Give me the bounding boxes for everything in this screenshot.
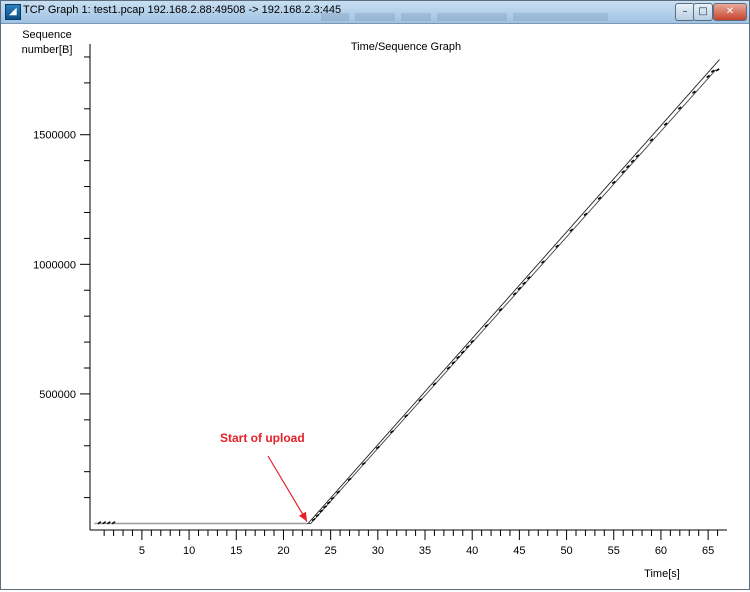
packet-mark [404,414,409,418]
annotation-layer: Start of upload [220,431,308,522]
y-tick-label: 500000 [39,389,76,401]
x-tick-label: 25 [325,545,337,557]
x-tick-label: 5 [139,545,145,557]
packet-mark [361,461,366,466]
x-tick-label: 65 [702,545,714,557]
packet-mark [336,490,341,494]
maximize-button[interactable]: □ [693,3,713,21]
axis-ticks: 5 10 15 20 25 30 35 40 45 50 55 60 65 500000 1000000 15… [33,56,719,557]
x-tick-label: 30 [372,545,384,557]
time-sequence-chart[interactable]: Time/Sequence Graph Sequence number[B] T… [2,24,748,588]
series-line-1 [94,59,720,524]
app-icon-glyph: ◢ [9,6,17,17]
x-tick-label: 20 [277,545,289,557]
x-tick-label: 40 [466,545,478,557]
packets-layer [97,68,720,525]
packet-mark [323,505,327,509]
packet-mark [460,350,465,354]
app-icon[interactable]: ◢ [5,4,21,20]
x-tick-label: 45 [513,545,525,557]
y-axis-label-line1: Sequence [22,29,72,41]
packet-mark [446,366,451,370]
packet-mark [451,361,456,365]
close-button[interactable]: ✕ [713,3,747,21]
packet-mark [375,445,380,450]
window-title: TCP Graph 1: test1.pcap 192.168.2.88:495… [23,4,342,16]
y-axis-label-line2: number[B] [22,44,73,56]
packet-mark [315,513,320,518]
packet-mark [484,324,489,328]
packet-mark [456,355,460,360]
x-axis-label: Time[s] [644,568,680,580]
y-tick-label: 1500000 [33,130,76,142]
y-tick-label: 1000000 [33,259,76,271]
packet-mark [347,477,352,482]
x-tick-label: 55 [608,545,620,557]
tcp-graph-window: ◢ TCP Graph 1: test1.pcap 192.168.2.88:4… [0,0,750,590]
chart-title: Time/Sequence Graph [351,41,461,53]
graph-area[interactable]: Time/Sequence Graph Sequence number[B] T… [2,24,748,588]
packet-mark [326,501,331,505]
annotation-arrow-head [299,511,308,522]
packet-mark [470,339,475,344]
x-tick-label: 50 [560,545,572,557]
x-tick-label: 15 [230,545,242,557]
packet-mark [390,430,394,434]
title-bar[interactable]: ◢ TCP Graph 1: test1.pcap 192.168.2.88:4… [1,1,749,40]
minimize-button[interactable]: – [675,3,695,21]
background-window-blur [321,6,621,40]
x-tick-label: 60 [655,545,667,557]
annotation-arrow [267,455,308,522]
packet-mark [715,68,720,72]
start-of-upload-annotation: Start of upload [220,431,305,445]
series-layer [94,59,720,525]
x-tick-label: 10 [183,545,195,557]
packet-mark [432,382,437,386]
x-tick-label: 35 [419,545,431,557]
series-line-2 [94,69,717,524]
packet-mark [418,398,423,402]
